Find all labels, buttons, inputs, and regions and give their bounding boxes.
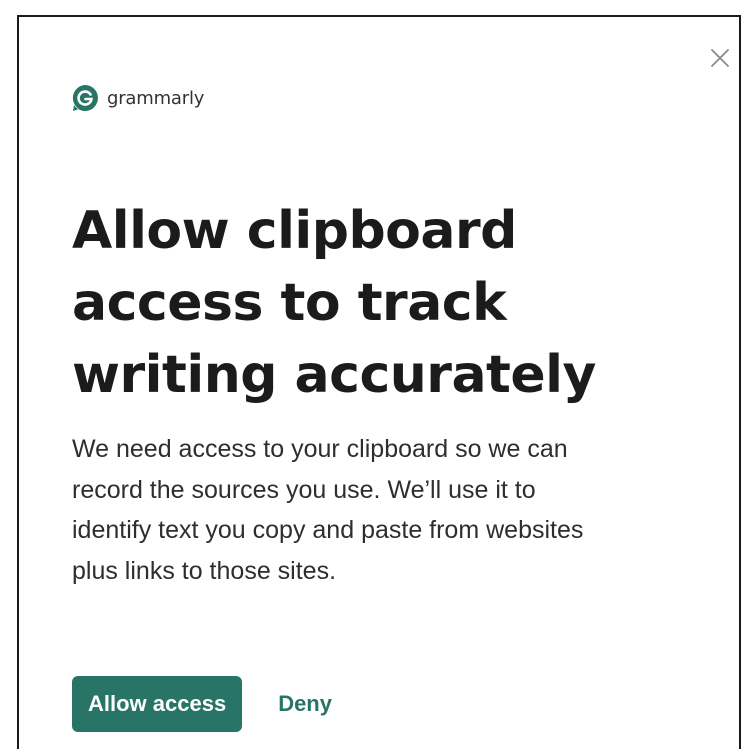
close-icon[interactable] [707,45,733,71]
clipboard-permission-dialog: grammarly Allow clipboard access to trac… [17,15,741,749]
grammarly-g-icon [72,85,98,111]
allow-access-button[interactable]: Allow access [72,676,243,732]
headline-line: writing accurately [72,345,596,405]
deny-button[interactable]: Deny [262,676,348,732]
dialog-description: We need access to your clipboard so we c… [72,429,722,591]
brand-name: grammarly [107,87,205,109]
headline-line: access to track [72,273,507,333]
dialog-headline: Allow clipboard access to track writing … [72,195,712,411]
brand-logo: grammarly [70,83,204,113]
description-line: We need access to your clipboard so we c… [72,435,568,463]
headline-line: Allow clipboard [72,201,517,261]
description-line: identify text you copy and paste from we… [72,516,584,544]
description-line: record the sources you use. We’ll use it… [72,475,536,504]
description-line: plus links to those sites. [72,556,337,585]
dialog-actions: Allow access Deny [72,676,348,732]
